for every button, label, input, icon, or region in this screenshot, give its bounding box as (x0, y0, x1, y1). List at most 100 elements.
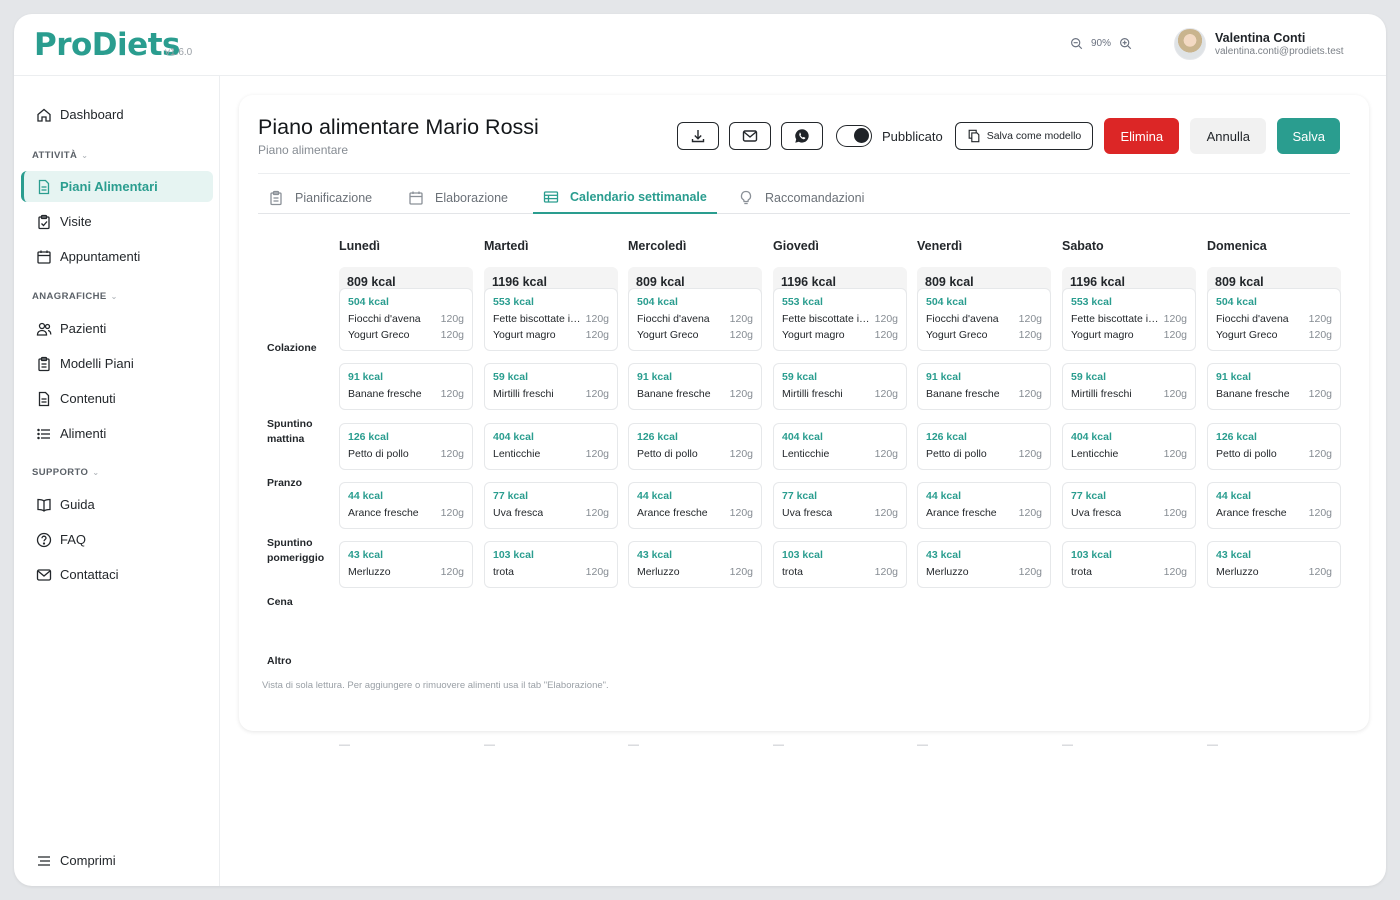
sidebar-item-pazienti[interactable]: Pazienti (21, 313, 213, 344)
meal-card-spuntino-mattina[interactable]: 59 kcal Mirtilli freschi 120g (773, 363, 907, 410)
meal-card-pranzo[interactable]: 126 kcal Petto di pollo 120g (628, 423, 762, 470)
food-quantity: 120g (1018, 313, 1042, 325)
meal-card-spuntino-pomeriggio[interactable]: 77 kcal Uva fresca 120g (1062, 482, 1196, 529)
zoom-out-icon[interactable] (1070, 37, 1083, 50)
meal-card-spuntino-pomeriggio[interactable]: 44 kcal Arance fresche 120g (1207, 482, 1341, 529)
meal-card-pranzo[interactable]: 404 kcal Lenticchie 120g (1062, 423, 1196, 470)
meal-card-spuntino-mattina[interactable]: 91 kcal Banane fresche 120g (339, 363, 473, 410)
food-row: Yogurt Greco 120g (1216, 327, 1332, 343)
food-row: Yogurt magro 120g (493, 327, 609, 343)
section-supporto[interactable]: SUPPORTO ⌄ (32, 467, 99, 478)
meal-kcal: 59 kcal (1071, 371, 1107, 383)
food-row: Merluzzo 120g (348, 564, 464, 580)
meal-kcal: 44 kcal (1216, 490, 1252, 502)
sidebar-item-faq[interactable]: FAQ (21, 524, 213, 555)
delete-button[interactable]: Elimina (1104, 118, 1180, 154)
whatsapp-icon (795, 129, 809, 143)
empty-meal-marker: — (1062, 739, 1073, 751)
sidebar-item-piani-alimentari[interactable]: Piani Alimentari (21, 171, 213, 202)
meal-card-spuntino-mattina[interactable]: 59 kcal Mirtilli freschi 120g (1062, 363, 1196, 410)
meal-card-spuntino-mattina[interactable]: 91 kcal Banane fresche 120g (628, 363, 762, 410)
zoom-in-icon[interactable] (1119, 37, 1132, 50)
food-quantity: 120g (1308, 313, 1332, 325)
zoom-control: 90% (1070, 37, 1132, 50)
meal-card-spuntino-pomeriggio[interactable]: 44 kcal Arance fresche 120g (628, 482, 762, 529)
sidebar-item-appuntamenti[interactable]: Appuntamenti (21, 241, 213, 272)
meal-card-cena[interactable]: 43 kcal Merluzzo 120g (1207, 541, 1341, 588)
logo[interactable]: ProDiets (34, 27, 180, 63)
meal-card-spuntino-pomeriggio[interactable]: 44 kcal Arance fresche 120g (917, 482, 1051, 529)
food-row: Fiocchi d'avena 120g (637, 311, 753, 327)
meal-kcal: 77 kcal (493, 490, 529, 502)
meal-card-cena[interactable]: 103 kcal trota 120g (1062, 541, 1196, 588)
zoom-level: 90% (1091, 38, 1112, 49)
food-name: Yogurt magro (493, 329, 556, 341)
sidebar-item-contenuti[interactable]: Contenuti (21, 383, 213, 414)
meal-card-spuntino-mattina[interactable]: 91 kcal Banane fresche 120g (1207, 363, 1341, 410)
meal-card-cena[interactable]: 43 kcal Merluzzo 120g (917, 541, 1051, 588)
meal-label-spuntino-pomeriggio: Spuntino pomeriggio (267, 537, 325, 564)
meal-card-pranzo[interactable]: 404 kcal Lenticchie 120g (773, 423, 907, 470)
download-button[interactable] (677, 122, 719, 150)
save-button[interactable]: Salva (1277, 118, 1341, 154)
food-quantity: 120g (729, 448, 753, 460)
day-total-kcal: 809 kcal (636, 275, 685, 289)
meal-card-spuntino-pomeriggio[interactable]: 77 kcal Uva fresca 120g (773, 482, 907, 529)
sidebar-item-visite[interactable]: Visite (21, 206, 213, 237)
tab-elaborazione[interactable]: Elaborazione (398, 182, 518, 214)
food-name: Yogurt Greco (348, 329, 410, 341)
meal-card-spuntino-mattina[interactable]: 59 kcal Mirtilli freschi 120g (484, 363, 618, 410)
meal-card-pranzo[interactable]: 404 kcal Lenticchie 120g (484, 423, 618, 470)
meal-card-pranzo[interactable]: 126 kcal Petto di pollo 120g (339, 423, 473, 470)
meal-card-cena[interactable]: 103 kcal trota 120g (773, 541, 907, 588)
meal-card-colazione[interactable]: 504 kcal Fiocchi d'avena 120g Yogurt Greco 1… (339, 288, 473, 351)
food-name: Banane fresche (637, 388, 711, 400)
sidebar-item-dashboard[interactable]: Dashboard (21, 99, 213, 130)
whatsapp-button[interactable] (781, 122, 823, 150)
food-quantity: 120g (1163, 448, 1187, 460)
sidebar-item-contattaci[interactable]: Contattaci (21, 559, 213, 590)
food-name: Merluzzo (637, 566, 680, 578)
meal-card-colazione[interactable]: 504 kcal Fiocchi d'avena 120g Yogurt Greco 1… (1207, 288, 1341, 351)
sidebar-item-alimenti[interactable]: Alimenti (21, 418, 213, 449)
meal-card-colazione[interactable]: 504 kcal Fiocchi d'avena 120g Yogurt Greco 1… (628, 288, 762, 351)
day-total-kcal: 1196 kcal (492, 275, 547, 289)
meal-card-spuntino-mattina[interactable]: 91 kcal Banane fresche 120g (917, 363, 1051, 410)
tab-raccomandazioni[interactable]: Raccomandazioni (728, 182, 874, 214)
day-total-kcal: 1196 kcal (781, 275, 836, 289)
sidebar-collapse-button[interactable]: Comprimi (21, 845, 213, 876)
meal-card-pranzo[interactable]: 126 kcal Petto di pollo 120g (1207, 423, 1341, 470)
tab-calendario-settimanale[interactable]: Calendario settimanale (533, 182, 717, 214)
sidebar-item-guida[interactable]: Guida (21, 489, 213, 520)
meal-card-colazione[interactable]: 553 kcalFette biscottate integrali120gYo… (773, 288, 907, 351)
food-quantity: 120g (1163, 507, 1187, 519)
meal-card-cena[interactable]: 43 kcal Merluzzo 120g (628, 541, 762, 588)
meal-card-pranzo[interactable]: 126 kcal Petto di pollo 120g (917, 423, 1051, 470)
food-row: Mirtilli freschi 120g (493, 386, 609, 402)
food-name: Lenticchie (782, 448, 830, 460)
meal-card-colazione[interactable]: 553 kcalFette biscottate integrali120gYo… (484, 288, 618, 351)
meal-card-cena[interactable]: 103 kcal trota 120g (484, 541, 618, 588)
user-menu[interactable]: Valentina Conti valentina.conti@prodiets… (1174, 28, 1344, 60)
section-attivita[interactable]: ATTIVITÀ ⌄ (32, 150, 88, 161)
save-as-template-button[interactable]: Salva come modello (954, 122, 1094, 150)
food-quantity: 120g (585, 313, 609, 325)
tab-pianificazione[interactable]: Pianificazione (258, 182, 382, 214)
calendar-icon (37, 250, 51, 264)
meal-card-colazione[interactable]: 504 kcal Fiocchi d'avena 120g Yogurt Greco 1… (917, 288, 1051, 351)
cancel-button[interactable]: Annulla (1190, 118, 1267, 154)
user-name: Valentina Conti (1215, 31, 1306, 45)
meal-card-spuntino-pomeriggio[interactable]: 44 kcal Arance fresche 120g (339, 482, 473, 529)
food-row: Yogurt Greco 120g (637, 327, 753, 343)
section-anagrafiche[interactable]: ANAGRAFICHE ⌄ (32, 291, 118, 302)
meal-kcal: 43 kcal (348, 549, 384, 561)
meal-kcal: 504 kcal (348, 296, 389, 308)
meal-card-colazione[interactable]: 553 kcalFette biscottate integrali120gYo… (1062, 288, 1196, 351)
meal-card-cena[interactable]: 43 kcal Merluzzo 120g (339, 541, 473, 588)
food-quantity: 120g (585, 507, 609, 519)
sidebar-item-modelli-piani[interactable]: Modelli Piani (21, 348, 213, 379)
meal-kcal: 126 kcal (637, 431, 678, 443)
meal-card-spuntino-pomeriggio[interactable]: 77 kcal Uva fresca 120g (484, 482, 618, 529)
published-toggle[interactable] (836, 125, 872, 147)
email-button[interactable] (729, 122, 771, 150)
